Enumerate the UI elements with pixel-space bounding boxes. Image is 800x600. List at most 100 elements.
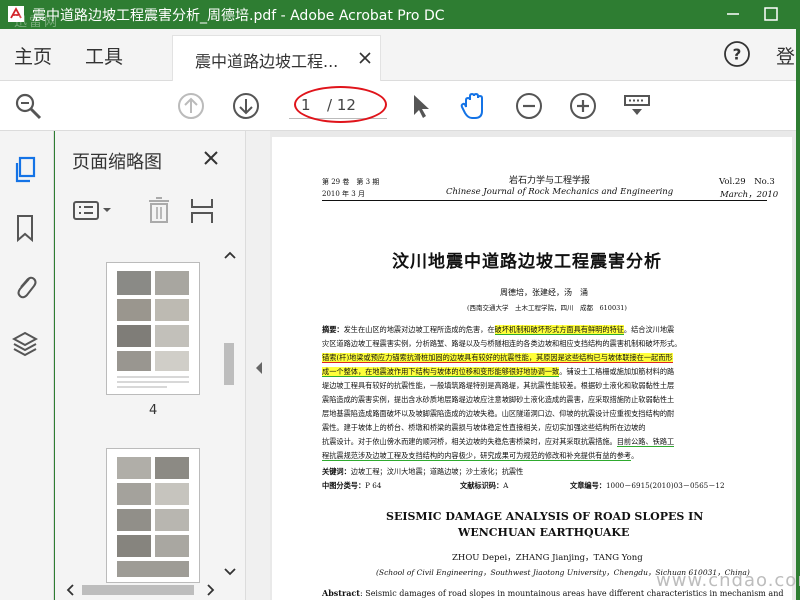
abstract-line: 锚索(杆)地梁或预应力锚索抗滑桩加固的边坡具有较好的抗震性能，其原因是这些结构已… [322, 353, 673, 363]
thumbnail-options-icon[interactable] [72, 195, 114, 225]
document-tab[interactable]: 震中道路边坡工程... [172, 35, 381, 81]
highlighted-text: 锚索(杆)地梁或预应力锚索抗滑桩加固的边坡具有较好的抗震性能，其原因是这些结构已… [322, 353, 673, 363]
abstract-line: 摘要：发生在山区的地震对边坡工程所造成的危害，在破坏机制和破坏形式方面具有鲜明的… [322, 325, 674, 335]
highlighted-text: 成一个整体，在地震波作用下结构与坡体的位移和变形能够很好地协调一致 [322, 367, 560, 377]
thumbnail-preview [107, 449, 199, 582]
layers-icon[interactable] [12, 329, 38, 359]
page-thumbnails-panel: 页面缩略图 4 [55, 131, 245, 600]
abstract-en-label: Abstract [322, 588, 360, 598]
doc-code-label: 文献标识码： [460, 481, 504, 490]
abstract-line: 成一个整体，在地震波作用下结构与坡体的位移和变形能够很好地协调一致。铺设土工格栅… [322, 367, 674, 377]
document-tab-label: 震中道路边坡工程... [195, 52, 339, 71]
help-icon[interactable]: ? [723, 40, 751, 68]
red-annotation-ellipse [294, 86, 387, 123]
article-no-label: 文章编号： [570, 481, 606, 490]
keywords-line: 关键词：边坡工程；汶川大地震；道路边坡；沙土液化；抗震性 [322, 467, 523, 477]
crop-page-icon[interactable] [188, 195, 216, 225]
abstract-text: 震陷造成的震害实例，提出含水砂质地层路堤边坡应注意坡脚砂土液化造成的震害，应采取… [322, 395, 675, 404]
highlighted-text: 破坏机制和破坏形式方面具有鲜明的特征 [494, 325, 624, 335]
page-thumbnails-icon[interactable] [12, 155, 38, 185]
class-value: P 64 [365, 481, 382, 490]
horizontal-scroll-thumb[interactable] [82, 585, 194, 595]
bookmark-icon[interactable] [12, 213, 38, 243]
sign-in-link[interactable]: 登 [776, 42, 795, 69]
underlined-text: 目前公路、铁路工 [616, 437, 675, 447]
abstract-text: 。铺设土工格栅或施加加筋材料的路 [559, 367, 675, 376]
thumbnail-preview [107, 263, 199, 394]
abstract-line: 灾区道路边坡工程震害实例，分析路堑、路堤以及与桥隧相连的各类边坡和相应支挡结构的… [322, 339, 681, 349]
authors-en: ZHOU Depei，ZHANG Jianjing，TANG Yong [452, 553, 643, 563]
article-no-line: 文章编号：1000－6915(2010)03－0565－12 [570, 481, 725, 491]
page-thumbnail[interactable] [106, 262, 200, 395]
authors-cn: 周德培，张建经，汤 涌 [500, 288, 588, 297]
attachment-icon[interactable] [12, 271, 38, 301]
document-view[interactable]: 第 29 卷 第 3 期 2010 年 3 月 岩石力学与工程学报 Chines… [270, 131, 796, 600]
zoom-in-icon[interactable] [568, 91, 598, 121]
abstract-text: 灾区道路边坡工程震害实例，分析路堑、路堤以及与桥隧相连的各类边坡和相应支挡结构的… [322, 339, 682, 348]
close-icon[interactable] [203, 150, 219, 166]
maximize-icon[interactable] [761, 4, 781, 24]
classification-line: 中图分类号：P 64 [322, 481, 381, 491]
doc-code-value: A [503, 481, 509, 490]
site-watermark: www.cndao.com [656, 570, 800, 591]
abstract-text: 抗震设计。对于依山傍水而建的顺河桥，相关边坡的失稳危害桥梁时，应对其采取抗震措施… [322, 437, 617, 446]
abstract-text: 。 [631, 451, 639, 460]
header-month: March，2010 [720, 190, 779, 200]
doc-code-line: 文献标识码：A [460, 481, 508, 491]
minimize-icon[interactable] [723, 4, 743, 24]
collapse-panel-icon[interactable] [254, 361, 264, 375]
abstract-line: 震性。建于坡体上的桥台、桥墩和桥梁的震损与坡体稳定性直接相关，应切实加强这些结构… [322, 423, 645, 433]
abstract-text: 。结合汶川地震 [623, 325, 675, 334]
page-display-icon[interactable] [622, 91, 652, 121]
select-cursor-icon[interactable] [405, 91, 435, 121]
abstract-text: 震性。建于坡体上的桥台、桥墩和桥梁的震损与坡体稳定性直接相关，应切实加强这些结构… [322, 423, 646, 432]
window-title: 震中道路边坡工程震害分析_周德培.pdf - Adobe Acrobat Pro… [32, 8, 445, 24]
class-label: 中图分类号： [322, 481, 366, 490]
abstract-line: 震陷造成的震害实例，提出含水砂质地层路堤边坡应注意坡脚砂土液化造成的震害，应采取… [322, 395, 674, 405]
svg-text:?: ? [733, 46, 742, 64]
menu-tools[interactable]: 工具 [85, 42, 123, 69]
keywords-text: 边坡工程；汶川大地震；道路边坡；沙土液化；抗震性 [350, 467, 524, 476]
header-date: 2010 年 3 月 [322, 190, 365, 198]
hand-tool-icon[interactable] [458, 91, 488, 121]
journal-name-cn: 岩石力学与工程学报 [509, 176, 591, 186]
paper-title-cn: 汶川地震中道路边坡工程震害分析 [392, 252, 662, 272]
abstract-line: 堤边坡工程具有较好的抗震性能，一般填筑路堤特别是高路堤，其抗震性能较差。根据砂土… [322, 381, 674, 391]
previous-page-icon[interactable] [176, 91, 206, 121]
next-page-icon[interactable] [231, 91, 261, 121]
delete-page-icon[interactable] [147, 195, 171, 225]
abstract-text: 堤边坡工程具有较好的抗震性能，一般填筑路堤特别是高路堤，其抗震性能较差。根据砂土… [322, 381, 675, 390]
keywords-label: 关键词： [322, 467, 351, 476]
journal-name-en: Chinese Journal of Rock Mechanics and En… [446, 187, 674, 197]
panel-splitter[interactable] [245, 131, 270, 600]
paper-title-en-1: SEISMIC DAMAGE ANALYSIS OF ROAD SLOPES I… [386, 510, 704, 523]
page-thumbnail[interactable] [106, 448, 200, 583]
toolbar: 1 / 12 [0, 81, 796, 131]
abstract-line: 抗震设计。对于依山傍水而建的顺河桥，相关边坡的失稳危害桥梁时，应对其采取抗震措施… [322, 437, 675, 447]
abstract-text: 层地基震陷造成路面破坏以及坡脚震陷造成的边坡失稳。山区隧道洞口边、仰坡的抗震设计… [322, 409, 675, 418]
pdf-page: 第 29 卷 第 3 期 2010 年 3 月 岩石力学与工程学报 Chines… [272, 137, 792, 600]
paper-title-en-2: WENCHUAN EARTHQUAKE [458, 526, 630, 539]
abstract-line: 层地基震陷造成路面破坏以及坡脚震陷造成的边坡失稳。山区隧道洞口边、仰坡的抗震设计… [322, 409, 674, 419]
abstract-text: 发生在山区的地震对边坡工程所造成的危害，在 [343, 325, 495, 334]
window-edge [796, 29, 800, 600]
close-icon[interactable] [359, 52, 371, 64]
affiliation-cn: (西南交通大学 土木工程学院，四川 成都 610031) [467, 304, 627, 312]
vertical-scroll-thumb[interactable] [224, 343, 234, 385]
header-vol-no: Vol.29 No.3 [719, 177, 775, 187]
panel-title: 页面缩略图 [72, 152, 162, 173]
zoom-search-icon[interactable] [13, 91, 43, 121]
underlined-text: 程抗震规范涉及边坡工程及支挡结构的内容极少，研究成果可为规范的修改和补充提供有益… [322, 451, 632, 461]
menu-home[interactable]: 主页 [14, 42, 52, 69]
zoom-out-icon[interactable] [514, 91, 544, 121]
abstract-label: 摘要： [322, 325, 344, 334]
title-bar: 迅雷网 震中道路边坡工程震害分析_周德培.pdf - Adobe Acrobat… [0, 0, 800, 30]
thumbnail-page-label: 4 [149, 403, 158, 418]
abstract-line: 程抗震规范涉及边坡工程及支挡结构的内容极少，研究成果可为规范的修改和补充提供有益… [322, 451, 638, 461]
header-volume: 第 29 卷 第 3 期 [322, 178, 380, 186]
vertical-scrollbar[interactable] [220, 246, 240, 581]
menu-bar: 主页 工具 震中道路边坡工程... ? 登 [0, 29, 796, 81]
left-navigation-rail [0, 131, 54, 600]
article-no-value: 1000－6915(2010)03－0565－12 [605, 481, 725, 490]
header-rule [322, 200, 767, 201]
